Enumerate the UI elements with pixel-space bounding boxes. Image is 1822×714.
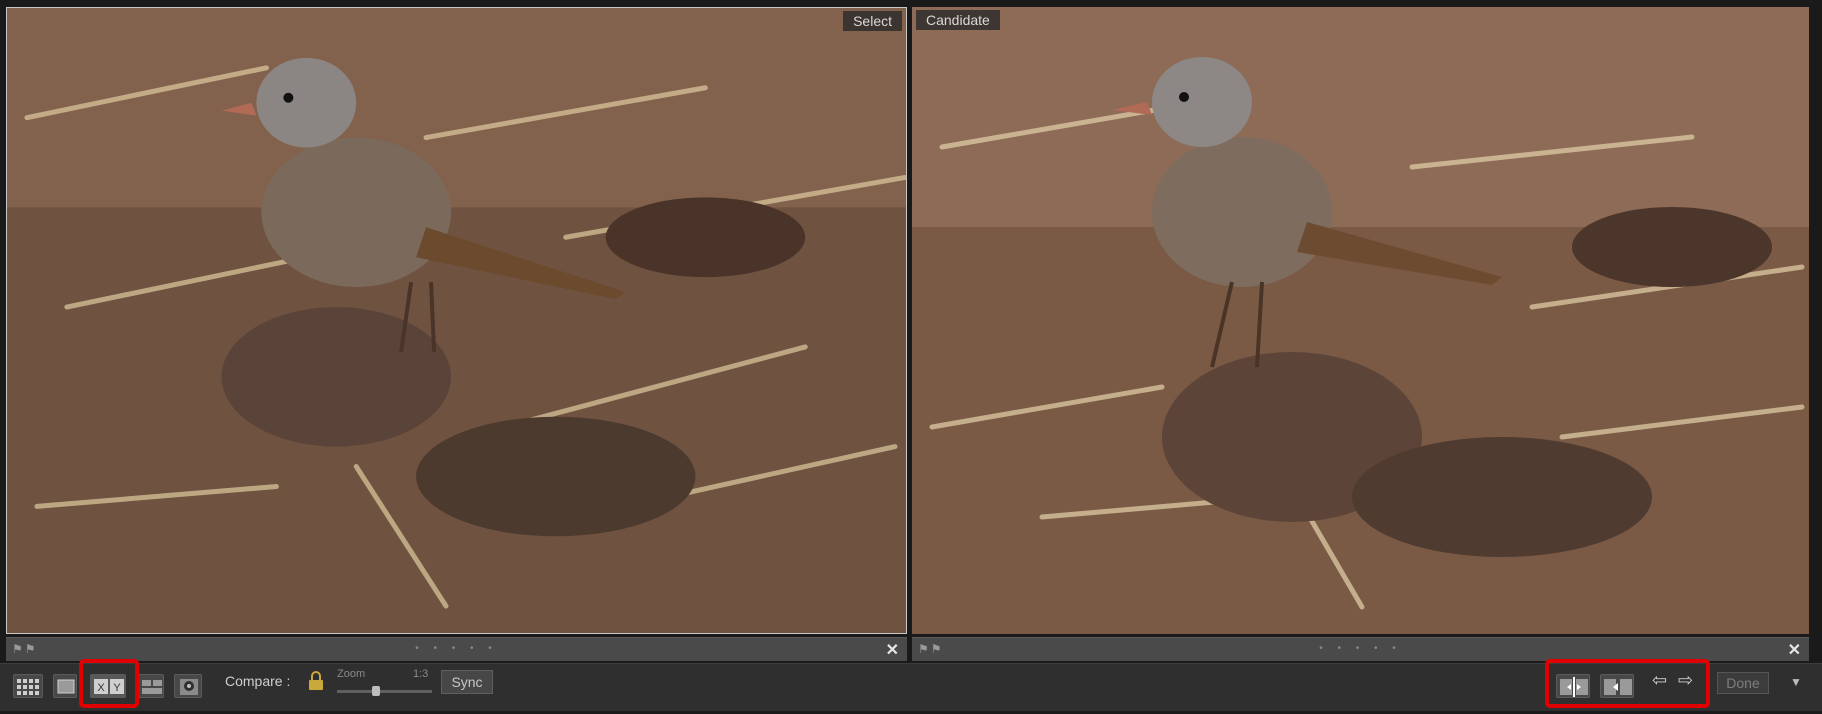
loupe-view-icon	[57, 679, 75, 694]
zoom-value: 1:3	[413, 668, 429, 680]
grid-view-button[interactable]	[13, 674, 43, 698]
close-icon[interactable]: ✕	[1788, 640, 1801, 660]
toolbar-menu-icon[interactable]: ▼	[1790, 675, 1802, 689]
select-photo[interactable]: Select	[6, 7, 907, 634]
sync-button[interactable]: Sync	[441, 670, 493, 694]
highlight-compare-controls	[1545, 659, 1710, 708]
candidate-tag: Candidate	[916, 10, 1000, 30]
loupe-view-button[interactable]	[53, 674, 77, 698]
candidate-photo-image	[912, 7, 1809, 634]
done-button[interactable]: Done	[1717, 672, 1769, 694]
candidate-photo[interactable]: Candidate	[912, 7, 1809, 634]
people-view-icon	[180, 679, 198, 695]
select-photo-image	[7, 8, 906, 633]
close-icon[interactable]: ✕	[886, 640, 899, 660]
zoom-slider-handle[interactable]	[372, 686, 380, 696]
flag-icons[interactable]: ⚑⚑	[918, 642, 944, 656]
select-info-strip: ⚑⚑ • • • • • ✕	[6, 637, 907, 661]
people-view-button[interactable]	[174, 674, 202, 698]
grid-view-icon	[17, 679, 39, 695]
compare-label: Compare :	[225, 673, 291, 689]
flag-icons[interactable]: ⚑⚑	[12, 642, 38, 656]
zoom-label: Zoom	[337, 668, 366, 680]
highlight-compare-view	[79, 659, 139, 708]
lock-icon[interactable]	[307, 670, 325, 692]
candidate-info-strip: ⚑⚑ • • • • • ✕	[912, 637, 1809, 661]
zoom-slider-track[interactable]	[337, 690, 432, 693]
survey-view-button[interactable]	[138, 674, 164, 698]
select-tag: Select	[843, 11, 902, 31]
rating-dots[interactable]: • • • • •	[1319, 643, 1402, 654]
survey-view-icon	[142, 680, 162, 694]
rating-dots[interactable]: • • • • •	[415, 643, 498, 654]
